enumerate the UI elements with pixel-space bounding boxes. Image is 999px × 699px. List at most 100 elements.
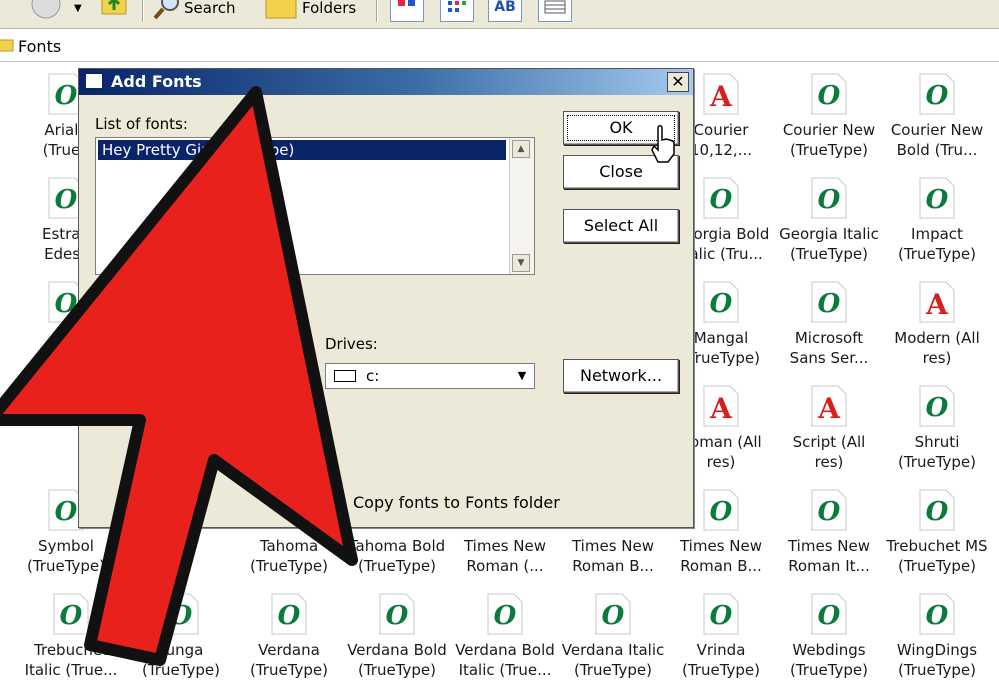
font-item[interactable]: O Times New Roman It...	[775, 478, 883, 576]
forward-dropdown-icon[interactable]: ▼	[74, 0, 82, 24]
raster-font-icon: A	[702, 384, 740, 428]
svg-text:O: O	[926, 81, 949, 111]
font-item[interactable]: O Shruti (TrueType)	[883, 374, 991, 472]
search-label: Search	[184, 0, 236, 17]
folders-button[interactable]: Folders	[262, 0, 356, 24]
font-item[interactable]: O Verdana Italic (TrueType)	[559, 582, 667, 680]
font-name: Trebuchet MS (TrueType)	[886, 537, 988, 575]
font-name: Modern (All res)	[894, 329, 980, 367]
font-item[interactable]: O Courier New Bold (Tru...	[883, 62, 991, 160]
svg-text:O: O	[818, 601, 841, 631]
font-item[interactable]: O WingDings (TrueType)	[883, 582, 991, 680]
select-all-button[interactable]: Select All	[563, 209, 679, 243]
font-name: Webdings (TrueType)	[789, 641, 869, 679]
font-name: Verdana Bold (TrueType)	[347, 641, 447, 679]
dialog-titlebar[interactable]: Add Fonts ✕	[79, 69, 693, 95]
truetype-font-icon: O	[702, 176, 740, 220]
font-item[interactable]: O Verdana Bold (TrueType)	[343, 582, 451, 680]
font-name: Trebuchet Italic (True...	[24, 641, 118, 679]
font-item[interactable]: O Trebuchet Italic (True...	[17, 582, 125, 680]
truetype-font-icon: O	[918, 72, 956, 116]
search-button[interactable]: Search	[152, 0, 236, 24]
svg-text:O: O	[710, 185, 733, 215]
selected-font-item[interactable]: Hey Pretty Girl (TrueType)	[98, 140, 506, 160]
font-item[interactable]: O Trebuchet MS (TrueType)	[883, 478, 991, 576]
chevron-down-icon[interactable]: ▼	[512, 366, 532, 386]
font-item[interactable]: O Vrinda (TrueType)	[667, 582, 775, 680]
font-list-scrollbar[interactable]: ▲ ▼	[509, 138, 534, 274]
svg-text:O: O	[926, 185, 949, 215]
up-folder-button[interactable]	[100, 0, 130, 24]
svg-text:O: O	[926, 601, 949, 631]
svg-text:O: O	[710, 497, 733, 527]
view-similarity-button[interactable]: AB	[488, 0, 522, 22]
svg-text:A: A	[709, 80, 733, 113]
font-name: Times New Roman B...	[679, 537, 762, 575]
truetype-font-icon: O	[810, 280, 848, 324]
truetype-font-icon: O	[162, 592, 200, 636]
drives-select[interactable]: c: ▼	[325, 363, 535, 389]
similarity-icon: AB	[494, 0, 516, 15]
copy-fonts-checkbox-label[interactable]: Copy fonts to Fonts folder	[353, 493, 560, 512]
view-details-button[interactable]	[538, 0, 572, 22]
svg-text:A: A	[925, 288, 949, 321]
truetype-font-icon: O	[810, 72, 848, 116]
font-name: Times New Roman (...	[463, 537, 546, 575]
truetype-font-icon: O	[702, 488, 740, 532]
font-item[interactable]: O Microsoft Sans Ser...	[775, 270, 883, 368]
truetype-font-icon: O	[918, 176, 956, 220]
font-name: Tahoma (TrueType)	[249, 537, 329, 575]
add-fonts-dialog: Add Fonts ✕ List of fonts: Hey Pretty Gi…	[78, 68, 694, 528]
address-path: Fonts	[18, 37, 62, 56]
scroll-down-icon[interactable]: ▼	[512, 254, 530, 272]
network-button[interactable]: Network...	[563, 359, 679, 393]
font-name: Tahoma Bold (TrueType)	[348, 537, 446, 575]
svg-text:O: O	[710, 289, 733, 319]
font-item[interactable]: O Georgia Italic (TrueType)	[775, 166, 883, 264]
font-item[interactable]: O Impact (TrueType)	[883, 166, 991, 264]
truetype-font-icon: O	[810, 488, 848, 532]
font-list[interactable]: Hey Pretty Girl (TrueType) ▲ ▼	[95, 137, 535, 275]
svg-text:O: O	[602, 601, 625, 631]
close-icon[interactable]: ✕	[667, 72, 689, 92]
svg-text:O: O	[710, 601, 733, 631]
view-small-icons-button[interactable]	[440, 0, 474, 22]
font-item[interactable]: A Script (All res)	[775, 374, 883, 472]
search-icon	[153, 0, 179, 20]
svg-text:O: O	[818, 81, 841, 111]
drive-value: c:	[366, 367, 380, 385]
font-name: Script (All res)	[792, 433, 866, 471]
small-icons-icon	[448, 1, 466, 12]
font-item[interactable]: O Courier New (TrueType)	[775, 62, 883, 160]
font-name: Tunga (TrueType)	[141, 641, 221, 679]
font-item[interactable]: A Modern (All res)	[883, 270, 991, 368]
truetype-font-icon: O	[918, 384, 956, 428]
font-name: Times New Roman B...	[571, 537, 654, 575]
font-name: Vrinda (TrueType)	[681, 641, 761, 679]
svg-text:O: O	[278, 601, 301, 631]
svg-text:O: O	[170, 601, 193, 631]
drives-label: Drives:	[325, 335, 378, 353]
dialog-title: Add Fonts	[111, 72, 202, 91]
svg-text:O: O	[494, 601, 517, 631]
svg-text:A: A	[709, 392, 733, 425]
large-icons-icon	[398, 0, 415, 6]
font-name: Georgia Italic (TrueType)	[779, 225, 879, 263]
font-item[interactable]: O Tunga (TrueType)	[127, 582, 235, 680]
truetype-font-icon: O	[918, 488, 956, 532]
address-bar[interactable]: Fonts	[0, 29, 999, 62]
svg-text:O: O	[926, 497, 949, 527]
truetype-font-icon: O	[378, 592, 416, 636]
forward-button[interactable]	[30, 0, 66, 24]
svg-text:A: A	[817, 392, 841, 425]
font-item[interactable]: O Verdana (TrueType)	[235, 582, 343, 680]
toolbar-separator	[376, 0, 378, 22]
up-folder-icon	[101, 0, 127, 15]
scroll-up-icon[interactable]: ▲	[512, 140, 530, 158]
svg-text:O: O	[55, 185, 78, 215]
font-item[interactable]: O Webdings (TrueType)	[775, 582, 883, 680]
font-item[interactable]: O Verdana Bold Italic (True...	[451, 582, 559, 680]
list-of-fonts-label: List of fonts:	[95, 115, 188, 133]
view-large-icons-button[interactable]	[390, 0, 424, 22]
svg-text:O: O	[818, 497, 841, 527]
